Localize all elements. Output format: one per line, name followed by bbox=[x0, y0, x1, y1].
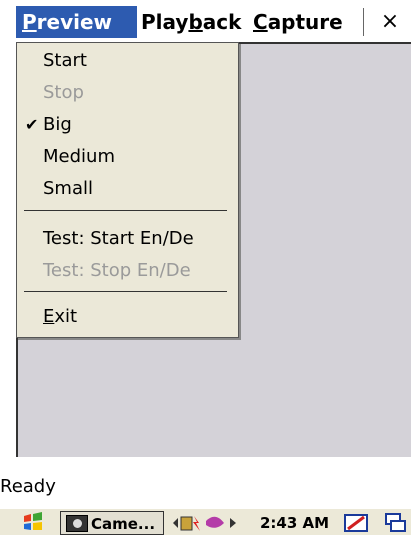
menu-capture-label: apture bbox=[267, 10, 343, 34]
start-button[interactable] bbox=[22, 511, 44, 535]
menu-preview-label: review bbox=[36, 10, 113, 34]
connectivity-icon bbox=[180, 516, 193, 531]
input-panel-icon[interactable] bbox=[342, 511, 372, 535]
pencil-icon bbox=[344, 514, 368, 532]
system-tray[interactable] bbox=[170, 511, 260, 535]
menu-item-medium[interactable]: Medium bbox=[17, 141, 238, 173]
taskbar-app-label: Came... bbox=[91, 515, 156, 533]
menu-bar: Preview Playback Capture × bbox=[0, 0, 411, 42]
menu-item-big-label: Big bbox=[43, 114, 72, 135]
menu-item-test-start-label: Test: Start En/De bbox=[43, 228, 194, 249]
menu-item-test-start[interactable]: Test: Start En/De bbox=[17, 223, 238, 255]
menu-item-stop-label: Stop bbox=[43, 82, 84, 103]
left-arrow-icon bbox=[173, 518, 178, 528]
right-arrow-icon bbox=[230, 518, 236, 528]
menu-item-test-stop: Test: Stop En/De bbox=[17, 255, 238, 287]
menu-capture-accel: C bbox=[253, 10, 268, 34]
menu-capture[interactable]: Capture bbox=[247, 6, 349, 38]
network-icon bbox=[206, 516, 224, 528]
menu-item-exit-label: xit bbox=[54, 306, 78, 327]
menu-item-start[interactable]: Start bbox=[17, 45, 238, 77]
checkmark-icon: ✔ bbox=[25, 115, 39, 134]
clock[interactable]: 2:43 AM bbox=[260, 511, 342, 535]
menu-playback[interactable]: Playback bbox=[135, 6, 247, 38]
menu-separator bbox=[24, 210, 227, 211]
menu-item-exit-accel: E bbox=[43, 306, 55, 327]
status-bar: Ready bbox=[0, 462, 411, 508]
menu-preview-accel: P bbox=[22, 10, 37, 34]
menu-playback-label-post: ack bbox=[202, 10, 242, 34]
desktop-icon[interactable] bbox=[383, 511, 409, 535]
menu-item-start-label: Start bbox=[43, 50, 87, 71]
status-text: Ready bbox=[0, 476, 56, 497]
menu-item-exit[interactable]: Exit bbox=[17, 301, 238, 333]
power-icon bbox=[193, 516, 200, 531]
windows-icon bbox=[385, 513, 406, 532]
menu-item-stop: Stop bbox=[17, 77, 238, 109]
menu-playback-accel: b bbox=[188, 10, 203, 34]
menu-item-small-label: Small bbox=[43, 178, 93, 199]
menu-separator bbox=[24, 291, 227, 292]
menu-item-small[interactable]: Small bbox=[17, 173, 238, 205]
taskbar: Came... 2:43 AM bbox=[0, 508, 411, 535]
menu-item-big[interactable]: ✔ Big bbox=[17, 109, 238, 141]
close-button[interactable]: × bbox=[372, 8, 408, 36]
camera-icon bbox=[66, 515, 88, 532]
tray-status-icons bbox=[173, 516, 236, 531]
menu-playback-label-pre: Play bbox=[141, 10, 189, 34]
preview-dropdown-menu: Start Stop ✔ Big Medium Small Test: Start… bbox=[16, 42, 239, 338]
menu-preview[interactable]: Preview bbox=[16, 6, 137, 38]
menu-item-medium-label: Medium bbox=[43, 146, 115, 167]
menu-item-test-stop-label: Test: Stop En/De bbox=[43, 260, 191, 281]
taskbar-app-button[interactable]: Came... bbox=[60, 511, 164, 535]
menu-divider bbox=[363, 8, 364, 36]
windows-flag-icon bbox=[24, 512, 42, 530]
